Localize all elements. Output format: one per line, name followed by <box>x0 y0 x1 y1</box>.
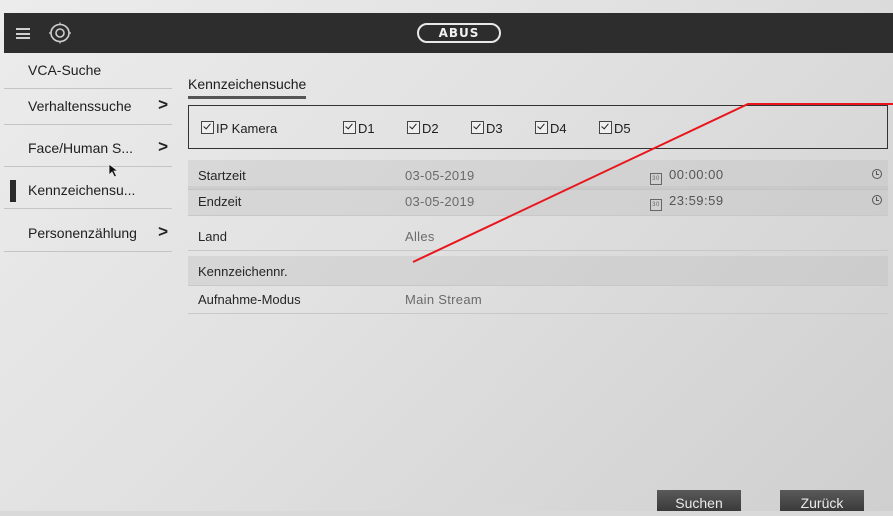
camera-d3-checkbox[interactable]: D3 <box>471 121 503 136</box>
sidebar-item-personenzaehlung[interactable]: Personenzählung > <box>4 216 172 252</box>
plate-number-input[interactable] <box>405 264 875 280</box>
country-label: Land <box>198 229 227 244</box>
checkbox-checked-icon <box>599 121 612 134</box>
calendar-icon: 30 <box>650 173 662 185</box>
selected-marker <box>10 180 16 202</box>
plate-number-row: Kennzeichennr. <box>188 256 888 286</box>
checkbox-label: D1 <box>358 121 375 136</box>
checkbox-checked-icon <box>407 121 420 134</box>
end-time-row: Endzeit 03-05-2019 30 23:59:59 <box>188 186 888 216</box>
end-time-value: 23:59:59 <box>669 193 724 208</box>
search-button[interactable]: Suchen <box>657 490 741 511</box>
end-time-field[interactable]: 30 23:59:59 <box>650 193 724 211</box>
sidebar-item-face-human-search[interactable]: Face/Human S... > <box>4 131 172 167</box>
sidebar-item-verhaltenssuche[interactable]: Verhaltenssuche > <box>4 89 172 125</box>
checkbox-label: D4 <box>550 121 567 136</box>
sidebar-item-label: Kennzeichensu... <box>28 182 136 198</box>
sidebar-item-label: Personenzählung <box>28 225 137 241</box>
sidebar-item-label: VCA-Suche <box>28 62 102 78</box>
sidebar-item-vca-suche[interactable]: VCA-Suche <box>4 53 172 89</box>
camera-d4-checkbox[interactable]: D4 <box>535 121 567 136</box>
camera-d1-checkbox[interactable]: D1 <box>343 121 375 136</box>
country-row: Land Alles <box>188 221 888 251</box>
abus-logo: ABUS <box>417 23 501 43</box>
country-select[interactable]: Alles <box>405 229 435 244</box>
checkbox-label: D2 <box>422 121 439 136</box>
hamburger-menu-icon[interactable] <box>16 28 30 39</box>
camera-selection-box: IP Kamera D1 D2 D3 D4 D5 <box>188 105 888 149</box>
checkbox-label: IP Kamera <box>216 121 278 136</box>
checkbox-checked-icon <box>471 121 484 134</box>
clock-icon[interactable] <box>872 169 882 179</box>
end-date-field[interactable]: 03-05-2019 <box>405 194 475 209</box>
sidebar-item-label: Face/Human S... <box>28 140 134 156</box>
start-date-field[interactable]: 03-05-2019 <box>405 168 475 183</box>
checkbox-label: D3 <box>486 121 503 136</box>
sidebar-item-kennzeichensuche[interactable]: Kennzeichensu... <box>4 173 172 209</box>
start-time-field[interactable]: 30 00:00:00 <box>650 167 724 185</box>
ip-camera-checkbox[interactable]: IP Kamera <box>201 121 277 136</box>
chevron-right-icon: > <box>158 222 168 241</box>
camera-d2-checkbox[interactable]: D2 <box>407 121 439 136</box>
screen: ABUS VCA-Suche Verhaltenssuche > Face/Hu… <box>0 0 893 511</box>
eye-icon[interactable] <box>48 21 72 45</box>
chevron-right-icon: > <box>158 95 168 114</box>
checkbox-checked-icon <box>343 121 356 134</box>
back-button[interactable]: Zurück <box>780 490 864 511</box>
recording-mode-label: Aufnahme-Modus <box>198 292 301 307</box>
camera-d5-checkbox[interactable]: D5 <box>599 121 631 136</box>
tab-kennzeichensuche[interactable]: Kennzeichensuche <box>188 76 307 99</box>
recording-mode-row: Aufnahme-Modus Main Stream <box>188 284 888 314</box>
end-time-label: Endzeit <box>198 194 242 209</box>
start-time-value: 00:00:00 <box>669 167 724 182</box>
checkbox-checked-icon <box>535 121 548 134</box>
start-time-label: Startzeit <box>198 168 246 183</box>
checkbox-label: D5 <box>614 121 631 136</box>
mouse-cursor-icon <box>108 163 120 178</box>
clock-icon[interactable] <box>872 195 882 205</box>
calendar-icon: 30 <box>650 199 662 211</box>
sidebar: VCA-Suche Verhaltenssuche > Face/Human S… <box>4 53 172 511</box>
chevron-right-icon: > <box>158 137 168 156</box>
plate-number-label: Kennzeichennr. <box>198 264 288 279</box>
sidebar-item-label: Verhaltenssuche <box>28 98 132 114</box>
checkbox-checked-icon <box>201 121 214 134</box>
top-bar: ABUS <box>4 13 893 53</box>
recording-mode-select[interactable]: Main Stream <box>405 292 482 307</box>
